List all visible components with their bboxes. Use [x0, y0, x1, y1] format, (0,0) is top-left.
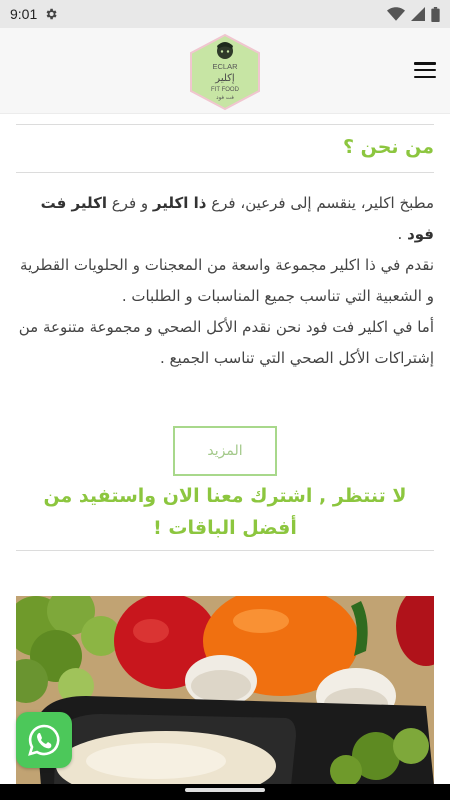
logo-tagline-latin: FIT FOOD	[211, 87, 240, 93]
about-intro-2: و فرع	[106, 194, 153, 212]
about-title: من نحن ؟	[342, 136, 434, 158]
menu-line	[414, 68, 436, 72]
about-paragraph-2: نقدم في ذا اكلير مجموعة واسعة من المعجنا…	[20, 256, 434, 305]
menu-line	[414, 75, 436, 78]
whatsapp-glyph	[28, 724, 60, 756]
system-nav-bar	[0, 784, 450, 800]
more-button[interactable]: المزيد	[173, 426, 277, 476]
eclar-logo[interactable]: ECLAR إكلير FIT FOOD فت فود	[188, 33, 262, 111]
logo-tagline-arabic: فت فود	[216, 95, 234, 101]
title-divider	[16, 172, 434, 173]
subscribe-cta: لا تنتظر , اشترك معنا الان واستفيد من أف…	[43, 485, 407, 539]
menu-line	[414, 62, 436, 65]
about-intro-3: .	[397, 225, 408, 243]
status-left: 9:01	[10, 6, 58, 22]
hamburger-menu-icon[interactable]	[414, 60, 436, 80]
status-right	[387, 6, 440, 22]
healthy-food-vegetables-image	[16, 596, 434, 786]
site-header: ECLAR إكلير FIT FOOD فت فود	[0, 28, 450, 114]
whatsapp-icon[interactable]	[16, 712, 72, 768]
settings-icon	[46, 8, 57, 20]
cta-divider	[16, 550, 434, 551]
wifi-icon	[387, 7, 405, 21]
logo-name-arabic: إكلير	[214, 73, 235, 84]
battery-icon	[431, 6, 440, 22]
signal-icon	[411, 7, 425, 21]
about-text: مطبخ اكلير، ينقسم إلى فرعين، فرع ذا اكلي…	[16, 188, 434, 374]
about-intro-1: مطبخ اكلير، ينقسم إلى فرعين، فرع	[206, 194, 434, 212]
status-time: 9:01	[10, 6, 38, 22]
top-divider	[16, 124, 434, 125]
branch-the-eclar: ذا اكلير	[152, 194, 207, 212]
about-paragraph-1: مطبخ اكلير، ينقسم إلى فرعين، فرع ذا اكلي…	[16, 188, 434, 250]
home-gesture-pill[interactable]	[185, 788, 265, 792]
status-bar: 9:01	[0, 0, 450, 28]
about-paragraph-3: أما في اكلير فت فود نحن نقدم الأكل الصحي…	[18, 318, 434, 367]
logo-name-latin: ECLAR	[212, 62, 238, 71]
